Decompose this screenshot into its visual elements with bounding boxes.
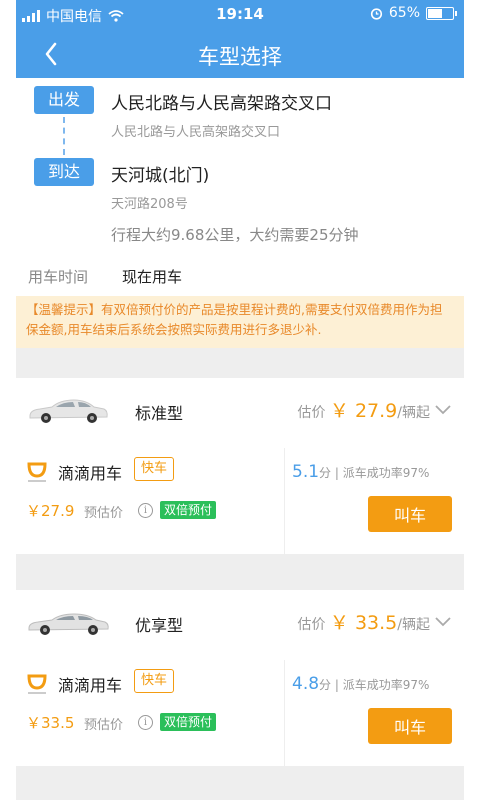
- car-image: [28, 613, 109, 635]
- price-suffix: /辆起: [397, 617, 430, 633]
- service-badge: 快车: [134, 669, 175, 693]
- price-prefix: 估价: [297, 405, 326, 421]
- warm-notice: 【温馨提示】有双倍预付价的产品是按里程计费的,需要支付双倍费用作为担保金额,用车…: [16, 296, 464, 348]
- ride-offer: 滴滴用车 快车 ￥27.9 预估价 i 双倍预付 5.1分 | 派车成功率97%…: [16, 448, 464, 554]
- destination-detail: 天河路208号: [111, 197, 188, 212]
- eta-unit: 分: [319, 678, 332, 692]
- car-type-name: 标准型: [135, 404, 184, 423]
- chevron-down-icon[interactable]: [434, 616, 452, 628]
- status-bar: 中国电信 19:14 65%: [16, 0, 464, 30]
- car-type-header-premium[interactable]: 优享型 估价 ￥ 33.5/辆起: [16, 590, 464, 661]
- info-icon[interactable]: i: [138, 503, 153, 518]
- chevron-down-icon[interactable]: [434, 404, 452, 416]
- route-connector: [63, 117, 65, 155]
- eta-minutes: 4.8: [292, 674, 320, 694]
- battery-icon: [426, 6, 457, 20]
- didi-logo-icon: [27, 674, 47, 694]
- eta-minutes: 5.1: [292, 462, 320, 482]
- destination-tag: 到达: [34, 158, 94, 186]
- offer-price: ￥33.5: [26, 714, 75, 732]
- price-value: ￥ 27.9: [329, 400, 398, 422]
- section-gap: [16, 554, 464, 590]
- car-image: [29, 399, 108, 423]
- success-rate: 派车成功率97%: [342, 678, 430, 692]
- car-type-name: 优享型: [135, 616, 184, 635]
- service-badge: 快车: [134, 457, 175, 481]
- prepay-badge: 双倍预付: [160, 713, 217, 731]
- trip-summary: 行程大约9.68公里，大约需要25分钟: [111, 226, 359, 244]
- success-rate: 派车成功率97%: [342, 466, 430, 480]
- price-value: ￥ 33.5: [329, 612, 398, 634]
- dispatch-info: 4.8分 | 派车成功率97%: [292, 674, 430, 694]
- call-car-button[interactable]: 叫车: [368, 708, 452, 744]
- prepay-badge: 双倍预付: [160, 501, 217, 519]
- alarm-icon: [370, 7, 382, 20]
- ride-offer: 滴滴用车 快车 ￥33.5 预估价 i 双倍预付 4.8分 | 派车成功率97%…: [16, 660, 464, 766]
- ride-time-value: 现在用车: [122, 268, 183, 286]
- call-car-button[interactable]: 叫车: [368, 496, 452, 532]
- offer-price-label: 预估价: [84, 718, 124, 733]
- origin-tag: 出发: [34, 86, 94, 114]
- origin-detail: 人民北路与人民高架路交叉口: [111, 125, 281, 140]
- price-suffix: /辆起: [397, 405, 430, 421]
- offer-price: ￥27.9: [26, 502, 75, 520]
- provider-name: 滴滴用车: [58, 464, 123, 483]
- nav-bar: 车型选择: [16, 30, 464, 78]
- car-type-price: 估价 ￥ 27.9/辆起: [297, 396, 430, 423]
- ride-time-row[interactable]: 用车时间 现在用车: [16, 254, 464, 296]
- dispatch-info: 5.1分 | 派车成功率97%: [292, 462, 430, 482]
- page-title: 车型选择: [198, 45, 282, 69]
- info-icon[interactable]: i: [138, 715, 153, 730]
- route-card: 出发 人民北路与人民高架路交叉口 人民北路与人民高架路交叉口 到达 天河城(北门…: [16, 78, 464, 254]
- battery-percent: 65%: [388, 5, 420, 21]
- left-margin: [0, 0, 16, 800]
- ride-time-label: 用车时间: [28, 268, 89, 286]
- origin-address[interactable]: 人民北路与人民高架路交叉口: [111, 89, 332, 114]
- car-type-header-standard[interactable]: 标准型 估价 ￥ 27.9/辆起: [16, 378, 464, 449]
- destination-address[interactable]: 天河城(北门): [111, 161, 209, 186]
- eta-unit: 分: [319, 466, 332, 480]
- price-prefix: 估价: [297, 617, 326, 633]
- car-type-price: 估价 ￥ 33.5/辆起: [297, 608, 430, 635]
- provider-name: 滴滴用车: [58, 676, 123, 695]
- offer-price-label: 预估价: [84, 506, 124, 521]
- didi-logo-icon: [27, 462, 47, 482]
- section-gap: [16, 766, 464, 800]
- section-gap: [16, 348, 464, 378]
- right-margin: [464, 0, 480, 800]
- app-frame: 中国电信 19:14 65% 车型选择 出发 人民北路与人民高架路交叉口 人民北…: [16, 0, 464, 800]
